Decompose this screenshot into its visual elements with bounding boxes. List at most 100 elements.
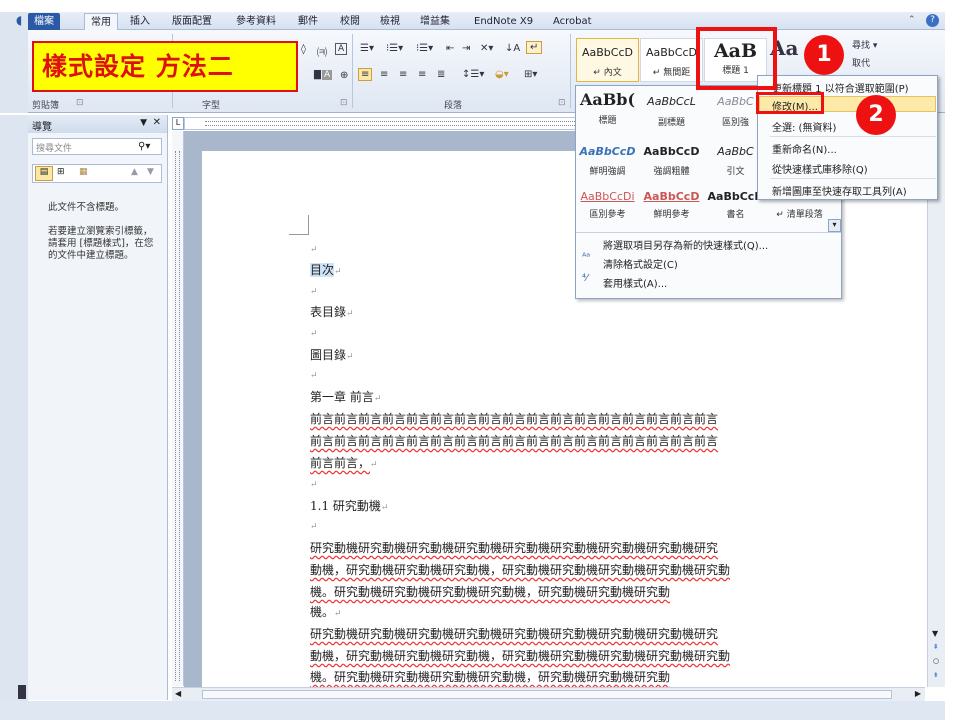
style-intense-reference[interactable]: AaBbCcD 鮮明參考	[640, 188, 703, 232]
doc-section-heading[interactable]: 1.1 研究動機↵	[310, 497, 388, 514]
sort-icon[interactable]: ↓A	[505, 43, 520, 54]
replace-button[interactable]: 取代	[852, 56, 870, 69]
phonetic-guide-icon[interactable]: ◊	[301, 44, 306, 55]
asian-layout-icon[interactable]: ✕▾	[480, 43, 493, 54]
find-button[interactable]: 尋找 ▾	[852, 38, 877, 51]
search-icon[interactable]: ⚲▾	[138, 141, 150, 152]
clear-formatting-item[interactable]: 清除格式設定(C)	[603, 256, 678, 271]
tab-view[interactable]: 檢視	[374, 13, 406, 30]
tab-layout[interactable]: 版面配置	[166, 13, 218, 30]
save-as-quick-style-item[interactable]: 將選取項目另存為新的快速樣式(Q)...	[603, 237, 768, 252]
font-launcher-icon[interactable]: ⊡	[340, 98, 348, 108]
doc-text-line[interactable]: 動機，研究動機研究動機研究動機，研究動機研究動機研究動機研究動機研究動	[310, 561, 730, 578]
doc-text-line[interactable]: 研究動機研究動機研究動機研究動機研究動機研究動機研究動機研究動機研究	[310, 539, 718, 556]
align-right-icon[interactable]: ≡	[399, 69, 407, 80]
char-shading-icon[interactable]: ▇	[314, 70, 321, 80]
annotation-badge-1: 1	[804, 35, 844, 75]
paragraph-mark: ↵	[310, 522, 318, 532]
style-strong[interactable]: AaBbCcD 強調粗體	[640, 138, 703, 182]
tab-mailings[interactable]: 郵件	[292, 13, 324, 30]
align-center-icon[interactable]: ≡	[380, 69, 388, 80]
char-border-icon[interactable]: A	[335, 43, 348, 55]
scroll-left-icon[interactable]: ◀	[175, 689, 181, 698]
pane-options-icon[interactable]: ▼	[140, 118, 147, 128]
justify-icon[interactable]: ≡	[418, 69, 426, 80]
results-tab-icon[interactable]: ▦	[79, 167, 88, 177]
quick-access-icon[interactable]: ◖	[16, 13, 22, 27]
select-all-item[interactable]: 全選: (無資料)	[772, 119, 836, 134]
numbering-icon[interactable]: ⁝☰▾	[386, 43, 403, 54]
close-icon[interactable]: ✕	[153, 117, 161, 128]
doc-text-line[interactable]: 前言前言前言前言前言前言前言前言前言前言前言前言前言前言前言前言前言	[310, 410, 718, 427]
clear-format-icon: ᴬᵃ	[582, 252, 591, 263]
group-separator	[570, 34, 571, 108]
bullets-icon[interactable]: ☰▾	[360, 43, 374, 54]
rename-item[interactable]: 重新命名(N)...	[772, 141, 837, 156]
tab-addins[interactable]: 增益集	[414, 13, 456, 30]
decrease-indent-icon[interactable]: ⇤	[446, 43, 454, 54]
enclosed-char-icon[interactable]: ⊕	[340, 70, 348, 81]
horizontal-scrollbar[interactable]: ◀ ▶	[172, 687, 925, 701]
apply-styles-item[interactable]: 套用樣式(A)...	[603, 275, 667, 290]
app-edge	[0, 12, 28, 113]
line-spacing-icon[interactable]: ↕☰▾	[462, 69, 484, 80]
style-subtle-reference[interactable]: AaBbCcDi 區別參考	[576, 188, 639, 232]
show-marks-icon[interactable]: ↵	[526, 41, 543, 54]
prev-page-icon[interactable]: ⇞	[933, 643, 939, 651]
doc-text-line[interactable]: 機。研究動機研究動機研究動機研究動機，研究動機研究動機研究動	[310, 583, 670, 600]
tab-selector[interactable]: L	[172, 117, 184, 130]
paragraph-launcher-icon[interactable]: ⊡	[558, 98, 566, 108]
highlight-icon[interactable]: A	[322, 70, 333, 80]
tab-home[interactable]: 常用	[84, 13, 118, 30]
scroll-right-icon[interactable]: ▶	[915, 689, 921, 698]
style-subtitle[interactable]: AaBbCcL 副標題	[640, 88, 703, 132]
shading-icon[interactable]: ◒▾	[495, 69, 509, 80]
tab-review[interactable]: 校閱	[334, 13, 366, 30]
distributed-icon[interactable]: ≣	[437, 69, 445, 80]
tab-endnote[interactable]: EndNote X9	[468, 13, 539, 30]
style-no-spacing[interactable]: AaBbCcD ↵ 無間距	[640, 38, 703, 82]
scroll-down-icon[interactable]: ▼	[932, 629, 938, 638]
tab-file[interactable]: 檔案	[28, 13, 60, 30]
browse-object-icon[interactable]: ○	[933, 657, 939, 665]
doc-table-list-heading[interactable]: 表目錄↵	[310, 303, 354, 320]
help-icon[interactable]: ?	[926, 14, 939, 27]
headings-tab-icon[interactable]: ▤	[35, 166, 53, 181]
scroll-thumb[interactable]	[202, 690, 892, 699]
next-heading-icon[interactable]: ▼	[147, 167, 154, 177]
style-title[interactable]: AaBb( 標題	[576, 88, 639, 132]
align-left-icon[interactable]: ≡	[358, 68, 373, 81]
gallery-scroll-icon[interactable]: ▾	[828, 219, 841, 232]
annotation-badge-2: 2	[856, 95, 896, 135]
style-name: ↵ 內文	[593, 68, 622, 78]
navigation-header: 導覽 ▼ ✕	[28, 115, 167, 133]
pages-tab-icon[interactable]: ⊞	[57, 167, 65, 177]
clipboard-launcher-icon[interactable]: ⊡	[76, 98, 84, 108]
doc-toc-heading[interactable]: 目次↵	[310, 261, 342, 278]
borders-icon[interactable]: ⊞▾	[524, 69, 537, 80]
tab-acrobat[interactable]: Acrobat	[547, 13, 598, 30]
doc-text-line[interactable]: 前言前言前言前言前言前言前言前言前言前言前言前言前言前言前言前言前言	[310, 432, 718, 449]
doc-text-line[interactable]: 研究動機研究動機研究動機研究動機研究動機研究動機研究動機研究動機研究	[310, 625, 718, 642]
previous-heading-icon[interactable]: ▲	[131, 167, 138, 177]
doc-figure-list-heading[interactable]: 圖目錄↵	[310, 346, 354, 363]
vertical-ruler[interactable]	[172, 131, 184, 686]
doc-text-line[interactable]: 動機，研究動機研究動機研究動機，研究動機研究動機研究動機研究動機研究動	[310, 647, 730, 664]
multilevel-list-icon[interactable]: ⁝☰▾	[416, 43, 433, 54]
doc-text-line[interactable]: 機。研究動機研究動機研究動機研究動機，研究動機研究動機研究動	[310, 668, 670, 685]
minimize-ribbon-icon[interactable]: ⌃	[908, 15, 916, 25]
doc-text-line[interactable]: 前言前言，↵	[310, 454, 378, 471]
enclose-chars-icon[interactable]: ㈊	[317, 44, 327, 59]
tab-references[interactable]: 參考資料	[230, 13, 282, 30]
style-intense-emphasis[interactable]: AaBbCcD 鮮明強調	[576, 138, 639, 182]
doc-text-line[interactable]: 機。↵	[310, 603, 342, 620]
increase-indent-icon[interactable]: ⇥	[462, 43, 470, 54]
page-corner-mark	[289, 215, 309, 235]
add-to-quick-access-item[interactable]: 新增圖庫至快速存取工具列(A)	[772, 183, 907, 198]
doc-chapter-heading[interactable]: 第一章 前言↵	[310, 388, 381, 405]
remove-from-gallery-item[interactable]: 從快速樣式庫移除(Q)	[772, 161, 868, 176]
tab-insert[interactable]: 插入	[124, 13, 156, 30]
group-label-paragraph: 段落	[444, 101, 463, 111]
style-normal[interactable]: AaBbCcD ↵ 內文	[576, 38, 639, 82]
next-page-icon[interactable]: ⇟	[933, 671, 939, 679]
